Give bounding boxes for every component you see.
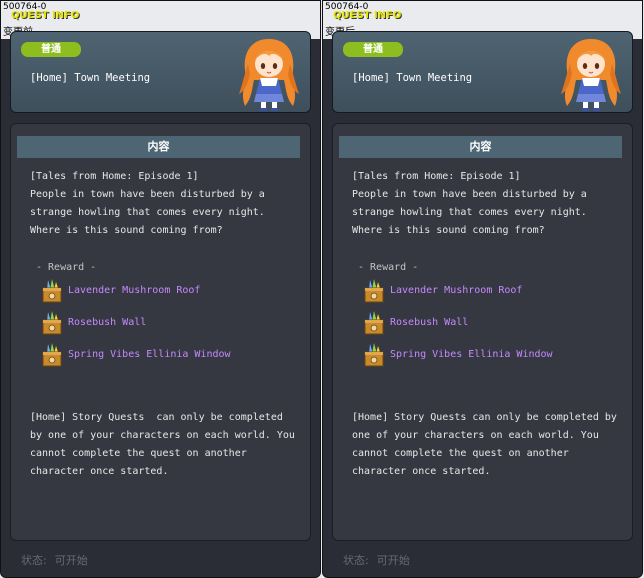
npc-character-icon: [239, 39, 299, 111]
note-line: [Home] Story Quests can only be complete…: [352, 412, 617, 423]
status-label: 状态:: [21, 554, 47, 567]
description-line: People in town have been disturbed by a: [352, 189, 587, 200]
description-line: People in town have been disturbed by a: [30, 189, 265, 200]
content-section-title: 内容: [339, 136, 622, 158]
description-line: strange howling that comes every night.: [30, 207, 265, 218]
furniture-box-icon: [42, 311, 62, 335]
quest-status: 状态: 可开始: [343, 552, 410, 568]
category-badge: 普通: [21, 42, 81, 57]
reward-name: Spring Vibes Ellinia Window: [390, 349, 553, 360]
note-line: cannot complete the quest on another: [352, 448, 569, 459]
description-line: Where is this sound coming from?: [352, 225, 545, 236]
reward-name: Rosebush Wall: [390, 317, 469, 328]
quest-header: 普通 [Home] Town Meeting: [10, 31, 311, 113]
furniture-box-icon: [364, 279, 384, 303]
status-label: 状态:: [343, 554, 369, 567]
quest-info-label: QUEST INFO: [11, 10, 80, 21]
note-line: by one of your characters on each world.…: [30, 430, 295, 441]
npc-character-icon: [561, 39, 621, 111]
quest-content-box: 内容 [Tales from Home: Episode 1] People i…: [332, 123, 633, 541]
quest-info-panel-after: 500764-0 QUEST INFO 变更后 普通 [Home] Town M…: [322, 0, 643, 578]
note-line: one of your characters on each world. Yo…: [352, 430, 599, 441]
furniture-box-icon: [364, 311, 384, 335]
note-line: [Home] Story Quests can only be complete…: [30, 412, 283, 423]
note-line: character once started.: [352, 466, 491, 477]
status-value: 可开始: [376, 554, 410, 567]
quest-status: 状态: 可开始: [21, 552, 88, 568]
reward-name: Lavender Mushroom Roof: [68, 285, 201, 296]
reward-name: Lavender Mushroom Roof: [390, 285, 523, 296]
description-line: strange howling that comes every night.: [352, 207, 587, 218]
category-badge: 普通: [343, 42, 403, 57]
description-line: [Tales from Home: Episode 1]: [30, 171, 199, 182]
note-line: character once started.: [30, 466, 169, 477]
quest-title: [Home] Town Meeting: [30, 72, 151, 84]
description-line: Where is this sound coming from?: [30, 225, 223, 236]
furniture-box-icon: [42, 343, 62, 367]
quest-header: 普通 [Home] Town Meeting: [332, 31, 633, 113]
quest-content-box: 内容 [Tales from Home: Episode 1] People i…: [10, 123, 311, 541]
note-line: cannot complete the quest on another: [30, 448, 247, 459]
description-line: [Tales from Home: Episode 1]: [352, 171, 521, 182]
furniture-box-icon: [42, 279, 62, 303]
quest-title: [Home] Town Meeting: [352, 72, 473, 84]
reward-name: Rosebush Wall: [68, 317, 147, 328]
reward-heading: - Reward -: [358, 262, 419, 273]
quest-info-label: QUEST INFO: [333, 10, 402, 21]
furniture-box-icon: [364, 343, 384, 367]
reward-name: Spring Vibes Ellinia Window: [68, 349, 231, 360]
content-section-title: 内容: [17, 136, 300, 158]
quest-info-panel-before: 500764-0 QUEST INFO 变更前 普通 [Home] Town M…: [0, 0, 321, 578]
reward-heading: - Reward -: [36, 262, 97, 273]
status-value: 可开始: [54, 554, 88, 567]
